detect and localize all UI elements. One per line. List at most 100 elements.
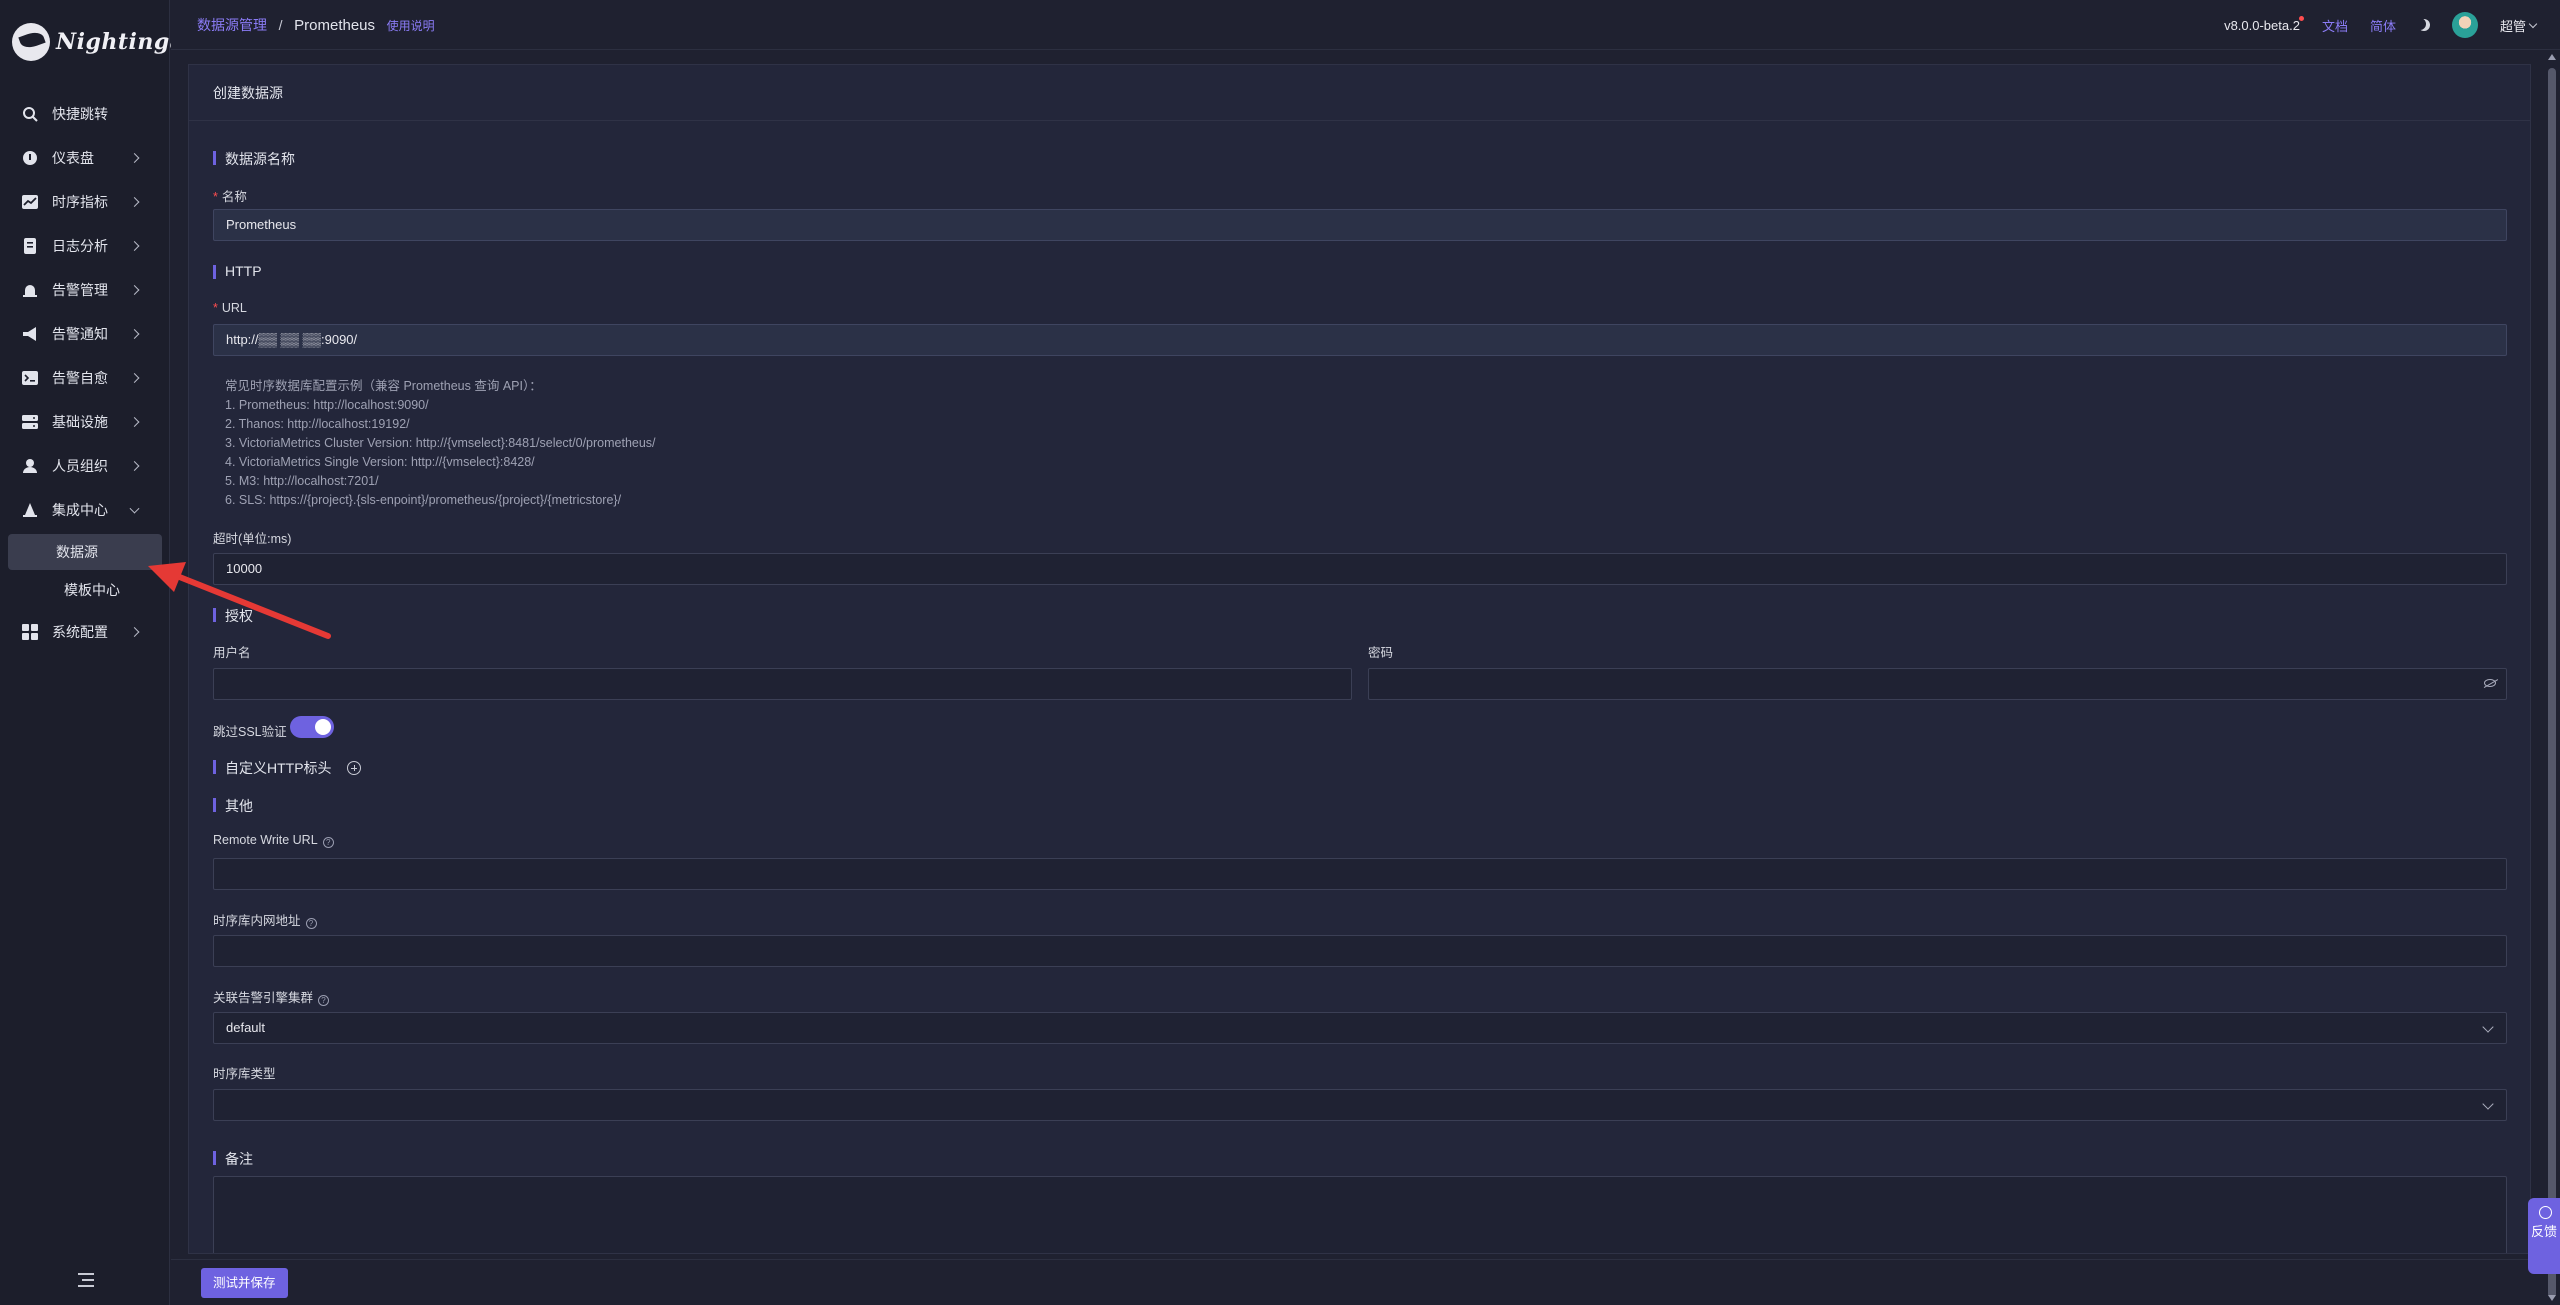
- internal-addr-input[interactable]: [213, 935, 2507, 967]
- password-label: 密码: [1368, 646, 1394, 660]
- version-badge[interactable]: v8.0.0-beta.2: [2224, 15, 2304, 33]
- examples-title: 常见时序数据库配置示例（兼容 Prometheus 查询 API）：: [225, 379, 542, 393]
- integration-icon: [22, 502, 38, 518]
- add-header-icon[interactable]: [347, 761, 362, 775]
- breadcrumb-current: Prometheus: [294, 16, 376, 34]
- theme-moon-icon[interactable]: [2418, 19, 2430, 31]
- search-icon: [22, 106, 38, 122]
- chevron-right-icon: [129, 461, 140, 471]
- chevron-right-icon: [129, 417, 140, 427]
- url-label: URL: [213, 301, 247, 315]
- user-menu[interactable]: 超管: [2500, 16, 2536, 35]
- example-line: 1. Prometheus: http://localhost:9090/: [225, 398, 429, 412]
- tsdb-type-select[interactable]: [213, 1089, 2507, 1121]
- sidebar-item-label: 基础设施: [52, 414, 108, 430]
- chevron-right-icon: [129, 285, 140, 295]
- avatar[interactable]: [2451, 12, 2478, 38]
- sidebar-item-integration[interactable]: 集成中心: [0, 488, 170, 532]
- timeout-input[interactable]: 10000: [213, 553, 2507, 585]
- sidebar-item-label: 人员组织: [52, 458, 108, 474]
- sidebar-subitem-label: 数据源: [56, 544, 98, 560]
- terminal-icon: [22, 370, 38, 386]
- sidebar-menu: 快捷跳转 仪表盘 时序指标 日志分析 告警管理 告警通知 告警自愈 基础设施 人…: [0, 92, 170, 654]
- breadcrumb-separator: /: [278, 16, 283, 33]
- sidebar-item-label: 集成中心: [52, 502, 108, 518]
- skip-ssl-label: 跳过SSL验证: [213, 725, 287, 739]
- sidebar-item-label: 告警自愈: [52, 370, 108, 386]
- remote-write-label: Remote Write URL?: [213, 833, 334, 848]
- log-icon: [22, 238, 38, 254]
- nightingale-bird-icon: [12, 23, 50, 61]
- notes-textarea[interactable]: [213, 1176, 2507, 1253]
- remote-write-input[interactable]: [213, 858, 2507, 890]
- sidebar-item-metrics[interactable]: 时序指标: [0, 180, 170, 224]
- skip-ssl-toggle[interactable]: [290, 716, 334, 738]
- sidebar-subitem-templates[interactable]: 模板中心: [8, 572, 162, 608]
- engine-cluster-select[interactable]: default: [213, 1012, 2507, 1044]
- section-datasource-name: 数据源名称: [213, 149, 295, 169]
- language-switch[interactable]: 简体: [2370, 16, 2396, 35]
- help-link[interactable]: 使用说明: [387, 19, 435, 33]
- example-line: 5. M3: http://localhost:7201/: [225, 474, 379, 488]
- sidebar-item-dashboard[interactable]: 仪表盘: [0, 136, 170, 180]
- example-line: 4. VictoriaMetrics Single Version: http:…: [225, 455, 535, 469]
- password-input[interactable]: [1368, 668, 2507, 700]
- datasource-form-card: 创建数据源 数据源名称 名称 Prometheus HTTP URL http:…: [188, 64, 2531, 1254]
- engine-cluster-value: default: [226, 1020, 266, 1035]
- card-title: 创建数据源: [189, 65, 2530, 121]
- scroll-down-arrow-icon[interactable]: [2548, 1295, 2556, 1301]
- sidebar-item-infrastructure[interactable]: 基础设施: [0, 400, 170, 444]
- sidebar-item-system-config[interactable]: 系统配置: [0, 610, 170, 654]
- chevron-down-icon: [2482, 1021, 2494, 1033]
- sidebar-subitem-datasource[interactable]: 数据源: [8, 534, 162, 570]
- grid-icon: [22, 624, 38, 640]
- example-line: 3. VictoriaMetrics Cluster Version: http…: [225, 436, 656, 450]
- internal-addr-label-text: 时序库内网地址: [213, 914, 301, 928]
- scrollbar-thumb[interactable]: [2548, 68, 2556, 1298]
- sidebar-item-self-healing[interactable]: 告警自愈: [0, 356, 170, 400]
- megaphone-icon: [22, 326, 38, 342]
- chevron-down-icon: [129, 503, 140, 514]
- url-input[interactable]: http://▒▒ ▒▒ ▒▒:9090/: [213, 324, 2507, 356]
- question-circle-icon[interactable]: ?: [305, 918, 317, 929]
- top-header: 数据源管理 / Prometheus 使用说明 v8.0.0-beta.2 文档…: [171, 0, 2560, 50]
- docs-link[interactable]: 文档: [2322, 16, 2348, 35]
- page-scrollbar[interactable]: [2544, 50, 2560, 1305]
- chevron-down-icon: [2482, 1098, 2494, 1110]
- name-input[interactable]: Prometheus: [213, 209, 2507, 241]
- sidebar-item-label: 告警通知: [52, 326, 108, 342]
- section-notes: 备注: [213, 1149, 253, 1169]
- sidebar-item-logs[interactable]: 日志分析: [0, 224, 170, 268]
- remote-write-label-text: Remote Write URL: [213, 833, 318, 847]
- example-line: 2. Thanos: http://localhost:19192/: [225, 417, 410, 431]
- feedback-tab[interactable]: 反馈: [2528, 1198, 2560, 1274]
- chevron-right-icon: [129, 153, 140, 163]
- url-examples: 常见时序数据库配置示例（兼容 Prometheus 查询 API）： 1. Pr…: [225, 377, 656, 510]
- eye-invisible-icon[interactable]: [2484, 679, 2496, 687]
- sidebar-item-alert-management[interactable]: 告警管理: [0, 268, 170, 312]
- timeout-label: 超时(单位:ms): [213, 532, 292, 546]
- chevron-right-icon: [129, 627, 140, 637]
- sidebar-item-label: 系统配置: [52, 624, 108, 640]
- chevron-right-icon: [129, 373, 140, 383]
- question-circle-icon[interactable]: ?: [322, 837, 334, 848]
- sidebar-item-quick-jump[interactable]: 快捷跳转: [0, 92, 170, 136]
- engine-cluster-label: 关联告警引擎集群?: [213, 987, 330, 1006]
- test-and-save-button[interactable]: 测试并保存: [201, 1268, 288, 1298]
- username-input[interactable]: [213, 668, 1352, 700]
- sidebar-item-people[interactable]: 人员组织: [0, 444, 170, 488]
- question-circle-icon[interactable]: ?: [318, 995, 330, 1006]
- sidebar-item-label: 告警管理: [52, 282, 108, 298]
- sidebar: Nightingale 快捷跳转 仪表盘 时序指标 日志分析 告警管理 告警通知…: [0, 0, 207, 1305]
- alarm-bell-icon: [22, 282, 38, 298]
- breadcrumb-parent-link[interactable]: 数据源管理: [197, 17, 267, 33]
- internal-addr-label: 时序库内网地址?: [213, 910, 317, 929]
- scroll-up-arrow-icon[interactable]: [2548, 54, 2556, 60]
- sidebar-item-label: 快捷跳转: [52, 106, 108, 122]
- sidebar-item-alert-notify[interactable]: 告警通知: [0, 312, 170, 356]
- chevron-right-icon: [129, 329, 140, 339]
- section-auth: 授权: [213, 606, 253, 626]
- username-label: 用户名: [213, 646, 251, 660]
- name-label: 名称: [213, 186, 247, 205]
- collapse-sidebar-icon[interactable]: [78, 1273, 94, 1287]
